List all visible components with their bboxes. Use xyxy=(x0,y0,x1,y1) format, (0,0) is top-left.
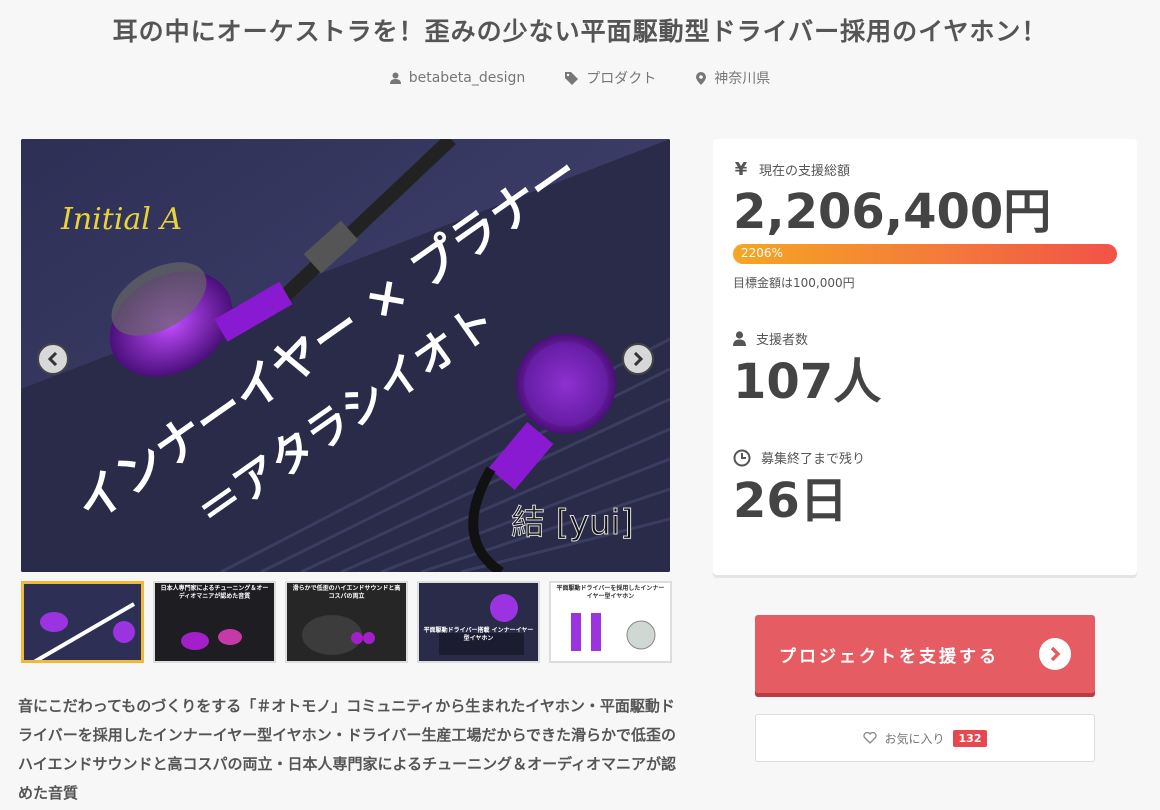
thumbnail-caption: 滑らかで低歪のハイエンドサウンドと高コスパの両立 xyxy=(292,585,401,600)
remaining-days: 26日 xyxy=(733,473,848,529)
thumbnail[interactable]: 平面駆動ドライバーを採用したインナーイヤー型イヤホン xyxy=(549,581,672,663)
tag-icon xyxy=(565,71,579,85)
goal-amount: 目標金額は100,000円 xyxy=(733,276,855,290)
favorite-label: お気に入り xyxy=(884,731,945,746)
thumbnail-strip: 日本人専門家によるチューニング＆オーディオマニアが認めた音質 滑らかで低歪のハイ… xyxy=(21,581,672,663)
backers-label-row: 支援者数 xyxy=(733,329,1117,348)
thumbnail-art xyxy=(419,583,538,661)
yen-icon: ¥ xyxy=(734,159,748,180)
total-label: 現在の支援総額 xyxy=(759,164,851,179)
heart-icon xyxy=(862,732,877,744)
category-link[interactable]: プロダクト xyxy=(565,68,656,88)
user-icon xyxy=(733,331,746,346)
chevron-right-icon xyxy=(633,352,644,366)
remaining-label: 募集終了まで残り xyxy=(761,452,866,467)
total-label-row: ¥ 現在の支援総額 xyxy=(733,159,1117,180)
next-image-button[interactable] xyxy=(622,343,654,375)
backers-label: 支援者数 xyxy=(756,333,809,348)
location-link[interactable]: 神奈川県 xyxy=(696,68,770,88)
total-amount: 2,206,400円 xyxy=(733,184,1052,240)
category-name: プロダクト xyxy=(586,71,657,87)
backers-count: 107人 xyxy=(733,354,882,410)
thumbnail-caption: 日本人専門家によるチューニング＆オーディオマニアが認めた音質 xyxy=(160,585,269,600)
thumbnail[interactable]: 平面駆動ドライバー搭載 インナーイヤー型イヤホン xyxy=(417,581,540,663)
thumbnail-caption: 平面駆動ドライバー搭載 インナーイヤー型イヤホン xyxy=(423,627,534,642)
funding-stats-panel: ¥ 現在の支援総額 2,206,400円 2206% 目標金額は100,000円… xyxy=(713,139,1137,575)
favorite-button[interactable]: お気に入り 132 xyxy=(755,714,1095,762)
thumbnail-caption: 平面駆動ドライバーを採用したインナーイヤー型イヤホン xyxy=(556,585,665,600)
main-project-image[interactable]: Initial A インナーイヤー × プラナー ＝アタラシイオト 結 [yui… xyxy=(21,139,670,572)
author-name: betabeta_design xyxy=(408,70,526,86)
support-button-label: プロジェクトを支援する xyxy=(779,646,999,667)
clock-icon xyxy=(733,449,751,466)
support-project-button[interactable]: プロジェクトを支援する xyxy=(755,615,1095,693)
project-description: 音にこだわってものづくりをする「＃オトモノ」コミュニティから生まれたイヤホン・平… xyxy=(18,697,677,802)
brand-text: 結 [yui] xyxy=(511,503,633,543)
main-image-art: Initial A インナーイヤー × プラナー ＝アタラシイオト 結 [yui… xyxy=(21,139,670,572)
prev-image-button[interactable] xyxy=(37,343,69,375)
funding-progress-bar: 2206% xyxy=(733,244,1117,264)
thumbnail-art xyxy=(24,584,141,660)
chevron-left-icon xyxy=(47,352,58,366)
author-link[interactable]: betabeta_design xyxy=(389,68,526,88)
remaining-label-row: 募集終了まで残り xyxy=(733,448,1117,467)
location-name: 神奈川県 xyxy=(714,71,771,87)
map-pin-icon xyxy=(696,71,707,85)
project-meta: betabeta_design プロダクト 神奈川県 xyxy=(0,68,1160,88)
thumbnail[interactable] xyxy=(21,581,144,663)
user-icon xyxy=(389,72,401,84)
signature-text: Initial A xyxy=(60,202,182,237)
project-title: 耳の中にオーケストラを！歪みの少ない平面駆動型ドライバー採用のイヤホン！ xyxy=(112,17,1048,46)
favorite-count-badge: 132 xyxy=(952,729,988,747)
thumbnail[interactable]: 日本人専門家によるチューニング＆オーディオマニアが認めた音質 xyxy=(153,581,276,663)
chevron-right-circle-icon xyxy=(1039,638,1071,670)
thumbnail[interactable]: 滑らかで低歪のハイエンドサウンドと高コスパの両立 xyxy=(285,581,408,663)
progress-percent: 2206% xyxy=(741,246,783,260)
